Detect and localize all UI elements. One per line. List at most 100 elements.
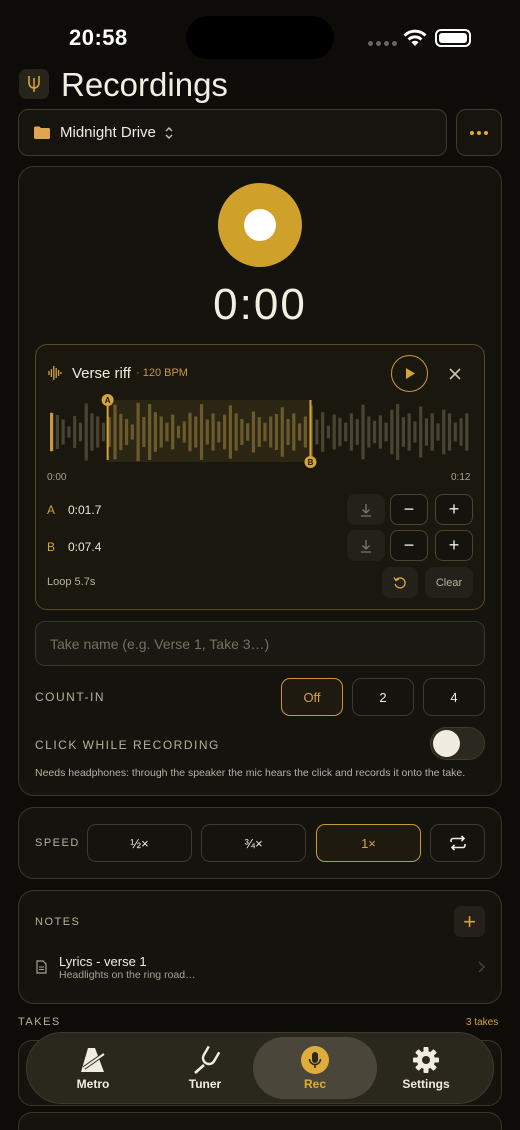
tab-metro-label: Metro [76, 1076, 110, 1091]
notes-card [18, 890, 502, 1004]
speed-half-button[interactable]: ½× [87, 824, 192, 862]
waveform-bar [419, 406, 423, 458]
headphones-helper-text: Needs headphones: through the speaker th… [35, 767, 466, 779]
waveform-bar [390, 409, 394, 455]
more-options-button[interactable] [456, 109, 502, 156]
waveform-bar [372, 420, 377, 444]
waveform-bar [355, 418, 359, 446]
tab-tuner[interactable]: Tuner [150, 1037, 260, 1099]
tuning-fork-icon [194, 1045, 220, 1074]
tab-settings[interactable]: Settings [371, 1037, 481, 1099]
take-name-field[interactable] [35, 621, 485, 666]
marker-b-handle-label: B [308, 458, 314, 467]
note-title[interactable]: Lyrics - verse 1 [59, 954, 147, 969]
waveform-bar [246, 423, 250, 441]
waveform-bar [223, 414, 227, 450]
tab-metro[interactable]: Metro [38, 1037, 148, 1099]
waveform-bar [465, 413, 469, 451]
set-marker-a-button[interactable] [347, 494, 385, 525]
waveform-bar [315, 419, 319, 445]
takes-count: 3 takes [466, 1017, 499, 1028]
app-logo [19, 69, 49, 99]
waveform[interactable]: AB [47, 394, 474, 470]
notes-label: NOTES [35, 916, 81, 928]
signal-icon [368, 41, 397, 46]
loop-length: Loop 5.7s [47, 576, 96, 588]
waveform-bar [338, 417, 342, 447]
marker-b-label: B [47, 540, 56, 554]
waveform-bar [240, 418, 244, 446]
note-preview: Headlights on the ring road… [59, 969, 196, 981]
record-timer: 0:00 [213, 280, 307, 329]
waveform-bar [159, 416, 163, 448]
speed-three-quarter-button[interactable]: ¾× [201, 824, 306, 862]
project-selector[interactable]: Midnight Drive [18, 109, 447, 156]
waveform-bar [378, 415, 382, 449]
waveform-bar [424, 418, 429, 446]
loop-repeat-button[interactable] [430, 824, 485, 862]
count-in-2-button[interactable]: 2 [352, 678, 414, 716]
microphone-icon [301, 1045, 329, 1074]
reset-loop-button[interactable] [382, 567, 418, 598]
close-clip-button[interactable] [446, 365, 464, 383]
waveform-bar [401, 417, 405, 447]
waveform-bar [148, 404, 152, 460]
waveform-bar [326, 425, 331, 439]
waveform-bar [96, 416, 100, 448]
waveform-bar [413, 421, 417, 443]
waveform-bar [280, 407, 284, 457]
waveform-bar [205, 419, 209, 445]
waveform-bar [234, 413, 238, 451]
clip-bpm: · 120 BPM [136, 367, 188, 379]
chevron-right-icon[interactable] [478, 961, 485, 973]
tab-rec[interactable]: Rec [253, 1037, 377, 1099]
tab-rec-label: Rec [303, 1076, 326, 1091]
waveform-bar [124, 418, 129, 446]
clear-loop-button[interactable]: Clear [425, 567, 473, 598]
waveform-bar [332, 414, 336, 450]
take-name-input[interactable] [36, 622, 484, 665]
waveform-bar [297, 423, 302, 441]
ellipsis-icon [470, 130, 474, 135]
add-note-button[interactable]: + [454, 906, 485, 937]
waveform-bar [453, 422, 457, 442]
waveform-bar [55, 414, 59, 450]
speed-label: SPEED [35, 837, 80, 849]
record-button[interactable] [218, 183, 302, 267]
waveform-bar [165, 422, 169, 442]
tuning-fork-logo-icon [28, 76, 40, 92]
count-in-4-button[interactable]: 4 [423, 678, 485, 716]
waveform-bar [274, 414, 279, 450]
folder-icon [34, 126, 50, 139]
waveform-bar [447, 413, 452, 451]
chevron-up-down-icon [165, 126, 173, 139]
wifi-icon [403, 29, 427, 46]
marker-a-label: A [47, 503, 56, 517]
marker-b-decrement-button[interactable]: − [390, 530, 428, 561]
speed-normal-button[interactable]: 1× [316, 824, 421, 862]
waveform-bar [50, 412, 54, 452]
set-marker-b-button[interactable] [347, 530, 385, 561]
waveform-bar [407, 413, 411, 451]
undo-icon [393, 576, 406, 589]
count-in-off-button[interactable]: Off [281, 678, 343, 716]
waveform-bar [194, 416, 198, 448]
battery-icon [435, 29, 471, 47]
play-button[interactable] [391, 355, 428, 392]
waveform-bar [396, 404, 400, 460]
marker-b-value: 0:07.4 [68, 540, 102, 554]
waveform-bar [176, 425, 181, 439]
waveform-bar [228, 405, 232, 459]
waveform-bar [119, 414, 123, 450]
marker-a-decrement-button[interactable]: − [390, 494, 428, 525]
waveform-bar [142, 417, 146, 447]
marker-b-increment-button[interactable]: + [435, 530, 473, 561]
marker-a-increment-button[interactable]: + [435, 494, 473, 525]
take-row[interactable] [18, 1112, 502, 1130]
waveform-bar [269, 416, 273, 448]
waveform-bar [292, 413, 296, 451]
waveform-bar [361, 404, 365, 460]
document-icon [36, 960, 47, 974]
record-dot-icon [244, 209, 276, 241]
waveform-bar [73, 415, 77, 449]
